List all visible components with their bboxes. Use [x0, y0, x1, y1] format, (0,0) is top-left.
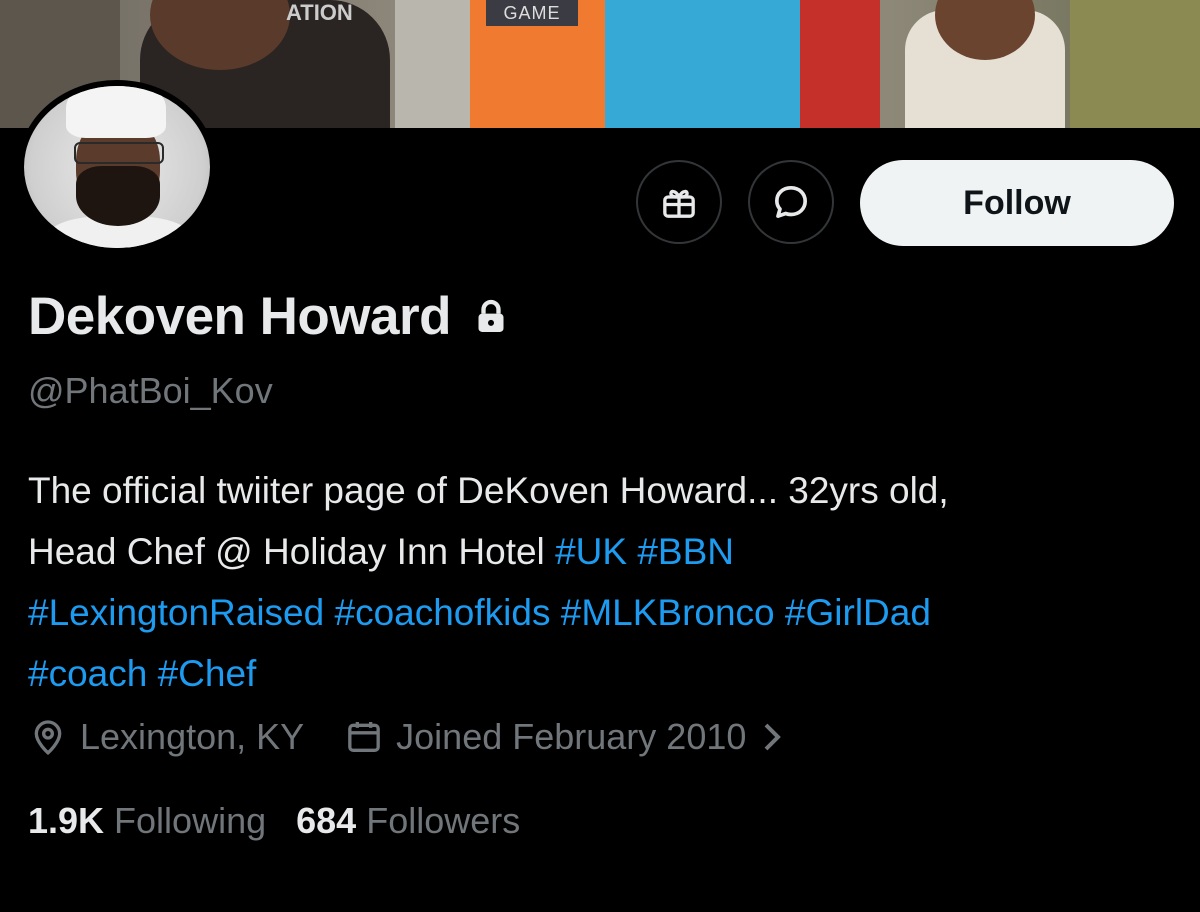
display-name: Dekoven Howard — [28, 287, 452, 346]
hashtag-link[interactable]: #coach — [28, 653, 147, 694]
follow-button[interactable]: Follow — [860, 160, 1174, 246]
profile-stats: 1.9K Following 684 Followers — [28, 800, 550, 842]
following-link[interactable]: 1.9K Following — [28, 800, 266, 842]
chevron-right-icon — [764, 723, 782, 751]
joined-text: Joined February 2010 — [396, 716, 747, 757]
bio-line: Head Chef @ Holiday Inn Hotel #UK #BBN — [28, 521, 1178, 582]
avatar[interactable] — [18, 80, 216, 254]
avatar-beard — [76, 166, 160, 226]
hashtag-link[interactable]: #Chef — [158, 653, 257, 694]
profile-name-row: Dekoven Howard — [28, 286, 511, 347]
bio-text: Head Chef @ Holiday Inn Hotel — [28, 531, 556, 572]
followers-count: 684 — [296, 800, 357, 841]
followers-link[interactable]: 684 Followers — [296, 800, 520, 842]
profile-bio: The official twiiter page of DeKoven How… — [28, 460, 1178, 704]
following-label: Following — [114, 800, 267, 841]
message-button[interactable] — [748, 160, 834, 244]
calendar-icon — [348, 722, 380, 752]
bio-line: The official twiiter page of DeKoven How… — [28, 470, 949, 511]
message-icon — [775, 186, 807, 219]
hashtag-link[interactable]: #MLKBronco — [561, 592, 775, 633]
location: Lexington, KY — [28, 716, 304, 758]
banner-shirt-text: ATION — [286, 0, 353, 25]
avatar-glasses — [74, 142, 164, 164]
banner-photo-part — [1070, 0, 1200, 128]
location-pin-icon — [34, 720, 62, 756]
avatar-hat — [66, 86, 166, 138]
profile-handle: @PhatBoi_Kov — [28, 370, 273, 411]
bio-line: #coach #Chef — [28, 643, 1178, 704]
hashtag-link[interactable]: #LexingtonRaised — [28, 592, 324, 633]
gift-button[interactable] — [636, 160, 722, 244]
avatar-image — [24, 86, 210, 248]
banner-photo-part — [800, 0, 880, 128]
banner-shirt-text: GAME — [486, 0, 578, 26]
following-count: 1.9K — [28, 800, 105, 841]
profile-meta: Lexington, KY Joined February 2010 — [28, 716, 796, 758]
banner-photo-part — [605, 0, 805, 128]
followers-label: Followers — [366, 800, 521, 841]
hashtag-link[interactable]: #UK — [555, 531, 627, 572]
location-text: Lexington, KY — [80, 716, 305, 757]
banner-photo-part — [395, 0, 475, 128]
bio-line: #LexingtonRaised #coachofkids #MLKBronco… — [28, 582, 1178, 643]
hashtag-link[interactable]: #coachofkids — [335, 592, 551, 633]
hashtag-link[interactable]: #GirlDad — [785, 592, 931, 633]
joined-date[interactable]: Joined February 2010 — [344, 716, 796, 758]
gift-icon — [663, 189, 695, 218]
lock-icon — [471, 296, 511, 338]
hashtag-link[interactable]: #BBN — [637, 531, 734, 572]
